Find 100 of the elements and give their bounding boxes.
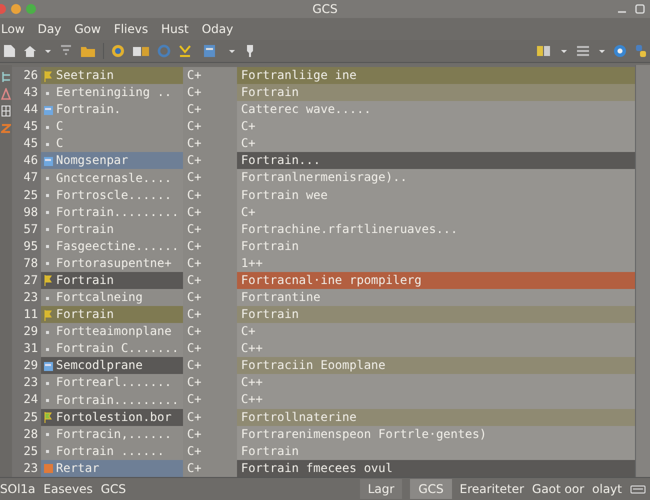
page-icon[interactable] xyxy=(2,44,16,58)
flag-icon xyxy=(43,308,53,321)
type-cell: C+ xyxy=(183,323,237,340)
status-text: olayt xyxy=(592,482,622,496)
name-cell[interactable]: Eerteningiing .. xyxy=(41,84,183,102)
status-text: SOl1a xyxy=(0,482,36,496)
description-cell: Fortrollnaterine xyxy=(237,408,635,426)
name-cell[interactable]: Fortorasupentne+ xyxy=(41,254,183,272)
status-tab[interactable]: Lagr xyxy=(360,479,402,499)
line-number: 27 xyxy=(12,272,41,290)
name-cell[interactable]: Rertar xyxy=(41,460,183,477)
document-icon xyxy=(43,154,53,167)
description-cell: C+ xyxy=(237,204,635,221)
name-cell[interactable]: Fortteaimonplane xyxy=(41,323,183,340)
name-cell[interactable]: Fortolestion.bor xyxy=(41,408,183,426)
type-cell: C+ xyxy=(183,238,237,255)
status-text: Gaot oor xyxy=(532,482,584,496)
name-cell[interactable]: Fortrearl....... xyxy=(41,374,183,392)
status-text: Easeves xyxy=(43,482,93,496)
description-cell: C+ xyxy=(237,118,635,136)
line-number: 43 xyxy=(12,84,41,102)
name-cell[interactable]: Fortcalneing xyxy=(41,289,183,306)
name-cell[interactable]: Fortrain xyxy=(41,272,183,290)
type-cell: C+ xyxy=(183,306,237,324)
item-name: Fortorasupentne+ xyxy=(56,254,172,272)
item-name: Nomgsenpar xyxy=(56,152,128,170)
name-cell[interactable]: Fortracin,...... xyxy=(41,426,183,443)
name-cell[interactable]: Fortrain ...... xyxy=(41,442,183,460)
item-name: Fortrain xyxy=(56,220,114,238)
item-name: Fortrain......... xyxy=(56,392,179,409)
line-number: 23 xyxy=(12,374,41,392)
description-cell: Fortranlnermenisrage).. xyxy=(237,169,635,187)
menu-item[interactable]: Flievs xyxy=(112,22,150,36)
item-name: Fortrain xyxy=(56,272,114,289)
columns-icon[interactable] xyxy=(535,44,553,58)
name-cell[interactable]: Fortrain xyxy=(41,306,183,324)
item-name: Fortrain xyxy=(56,306,114,324)
line-number: 98 xyxy=(12,204,41,221)
name-cell[interactable]: Semcodlprane xyxy=(41,357,183,374)
folder-icon[interactable] xyxy=(80,44,96,58)
type-cell: C+ xyxy=(183,84,237,102)
name-cell[interactable]: Fortrain. xyxy=(41,101,183,118)
line-number: 25 xyxy=(12,442,41,460)
menu-item[interactable]: Hust xyxy=(160,22,190,36)
type-cell: C+ xyxy=(183,152,237,170)
warning-icon[interactable] xyxy=(1,88,11,100)
item-name: C xyxy=(56,118,64,136)
name-cell[interactable]: Fortrain xyxy=(41,220,183,238)
line-number: 31 xyxy=(12,340,41,358)
name-cell[interactable]: Gnctcernasle.... xyxy=(41,169,183,187)
keyboard-icon[interactable] xyxy=(630,483,646,495)
description-cell: C++ xyxy=(237,391,635,409)
type-cell: C+ xyxy=(183,426,237,443)
status-tab[interactable]: GCS xyxy=(410,479,452,499)
name-cell[interactable]: C xyxy=(41,118,183,136)
globe-icon[interactable] xyxy=(613,44,627,58)
item-name: Fortcalneing xyxy=(56,289,143,306)
line-number: 29 xyxy=(12,357,41,374)
item-name: Seetrain xyxy=(56,67,114,84)
line-number: 46 xyxy=(12,152,41,170)
window-title: GCS xyxy=(311,2,339,16)
scrollbar[interactable] xyxy=(635,65,650,477)
type-cell: C+ xyxy=(183,391,237,409)
line-number: 45 xyxy=(12,118,41,136)
target-icon[interactable] xyxy=(111,44,125,58)
home-icon[interactable] xyxy=(23,44,37,58)
name-cell[interactable]: Fortroscle...... xyxy=(41,186,183,204)
line-number: 57 xyxy=(12,220,41,238)
tree-icon[interactable] xyxy=(1,71,11,83)
minimize-icon[interactable] xyxy=(11,4,21,14)
item-name: Fortrearl....... xyxy=(56,374,172,392)
name-cell[interactable]: Nomgsenpar xyxy=(41,152,183,170)
item-name: Fortroscle...... xyxy=(56,186,172,204)
item-name: Fortteaimonplane xyxy=(56,323,172,340)
type-cell: C+ xyxy=(183,254,237,272)
menu-item[interactable]: Gow xyxy=(73,22,102,36)
list-icon[interactable] xyxy=(575,44,591,58)
name-cell[interactable]: C xyxy=(41,135,183,152)
name-cell[interactable]: Seetrain xyxy=(41,67,183,84)
menu-item[interactable]: Low xyxy=(0,22,26,36)
line-number: 11 xyxy=(12,306,41,324)
name-cell[interactable]: Fortrain......... xyxy=(41,391,183,409)
menu-item[interactable]: Oday xyxy=(200,22,234,36)
filter-icon[interactable] xyxy=(59,44,73,58)
type-cell: C+ xyxy=(183,357,237,374)
menu-item[interactable]: Day xyxy=(36,22,62,36)
type-cell: C+ xyxy=(183,272,237,290)
item-name: Eerteningiing .. xyxy=(56,84,172,102)
description-cell: Catterec wave..... xyxy=(237,101,635,118)
description-cell: C++ xyxy=(237,374,635,392)
flag-icon xyxy=(43,70,53,82)
description-cell: Fortraciin Eoomplane xyxy=(237,357,635,374)
description-cell: C+ xyxy=(237,135,635,152)
status-text: GCS xyxy=(100,482,126,496)
maximize-icon[interactable] xyxy=(634,3,646,15)
panels-icon[interactable] xyxy=(132,44,150,58)
zigzag-icon[interactable] xyxy=(1,122,11,134)
description-cell: Fortrain... xyxy=(237,152,635,170)
grid-icon[interactable] xyxy=(1,105,11,117)
description-cell: Fortrarenimenspeon Fortrle·gentes) xyxy=(237,426,635,443)
